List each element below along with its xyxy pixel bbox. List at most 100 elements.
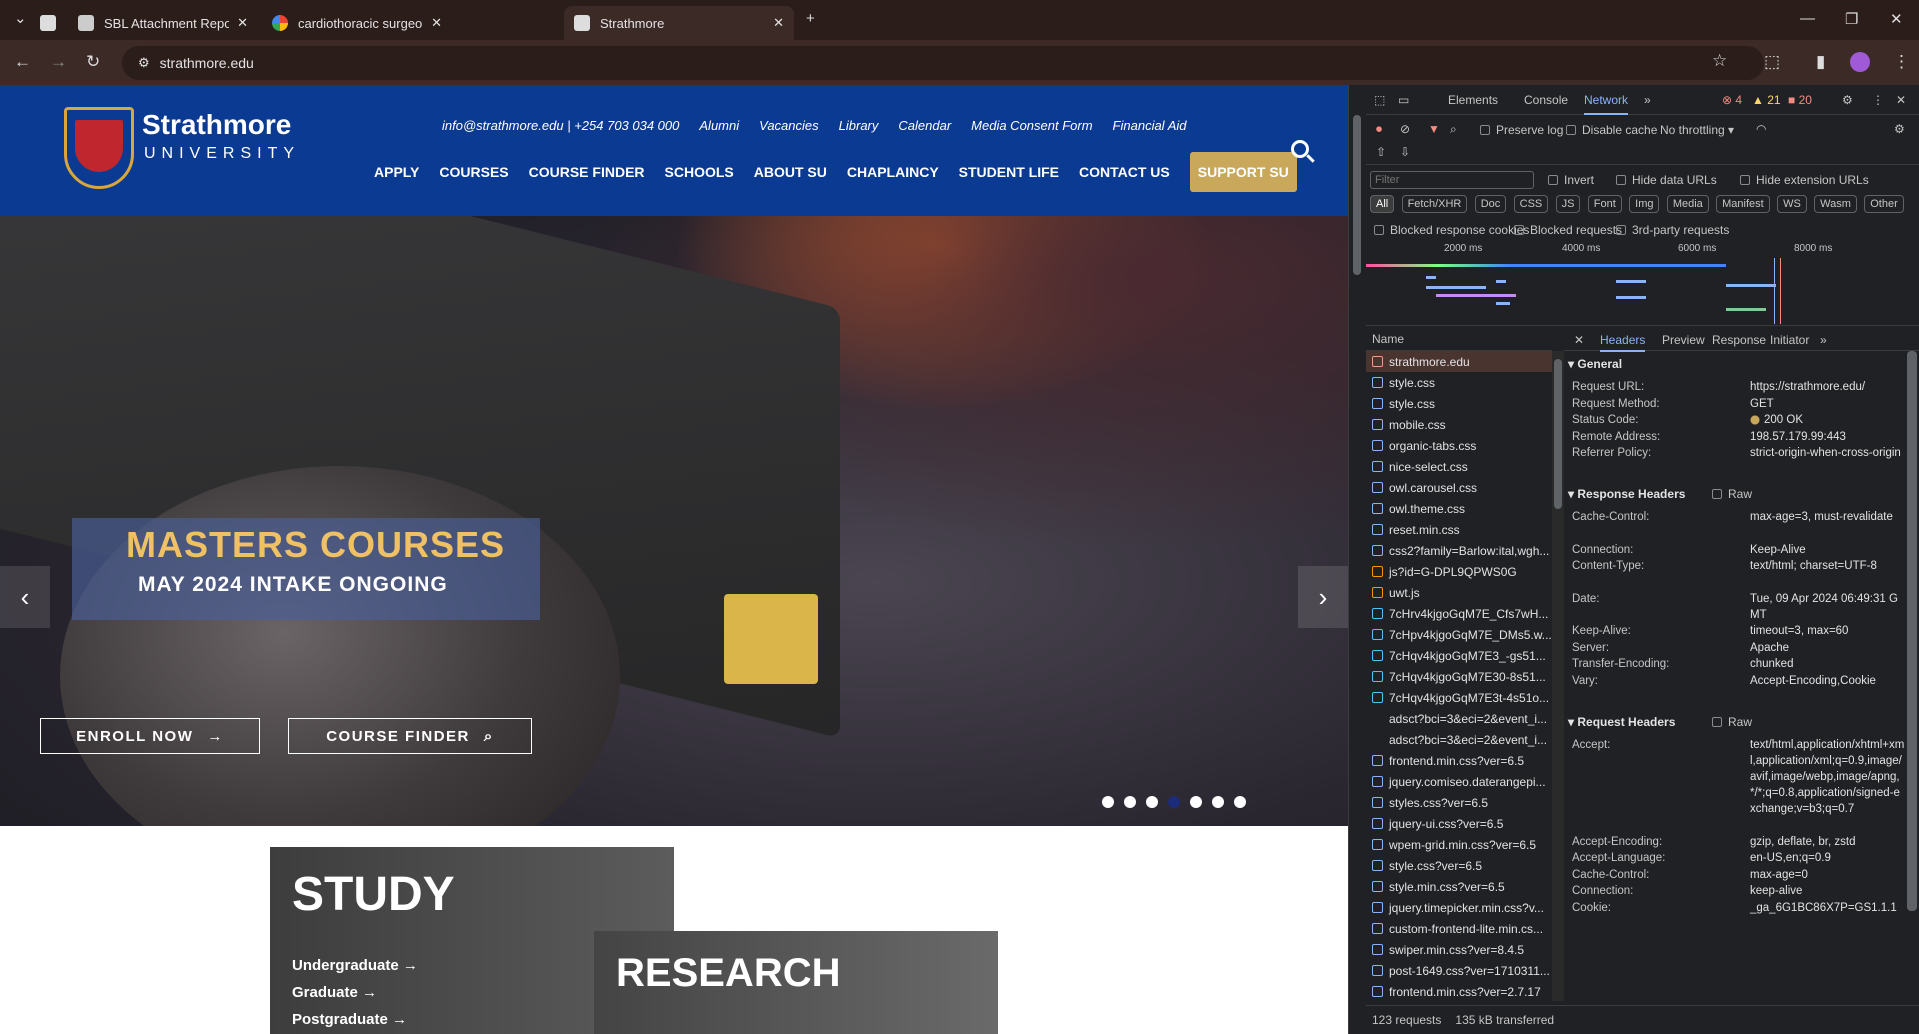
logo-name[interactable]: Strathmore (142, 109, 291, 141)
carousel-dot[interactable] (1234, 796, 1246, 808)
request-row[interactable]: wpem-grid.min.css?ver=6.5 (1366, 834, 1552, 855)
tab-preview[interactable]: Preview (1662, 333, 1705, 347)
export-har-icon[interactable]: ⇩ (1400, 145, 1410, 159)
close-tab-icon[interactable]: ✕ (237, 15, 248, 31)
header-value[interactable]: max-age=0 (1750, 867, 1905, 883)
close-devtools-icon[interactable]: ✕ (1896, 93, 1906, 107)
tab-sbl-guidelines[interactable]: SBL Attachment Report Guideli ✕ (68, 6, 258, 40)
close-tab-icon[interactable]: ✕ (773, 15, 784, 31)
network-conditions-icon[interactable]: ◠ (1756, 122, 1766, 136)
strathmore-crest-icon[interactable] (64, 107, 134, 189)
nav-chaplaincy[interactable]: CHAPLAINCY (847, 164, 939, 180)
hide-data-urls-checkbox[interactable]: Hide data URLs (1616, 173, 1717, 187)
request-headers-section-header[interactable]: ▾ Request Headers (1568, 715, 1675, 729)
carousel-dot[interactable] (1190, 796, 1202, 808)
carousel-dot[interactable] (1124, 796, 1136, 808)
header-value[interactable]: Tue, 09 Apr 2024 06:49:31 GMT (1750, 591, 1905, 623)
tab-google-search[interactable]: cardiothoracic surgeon vs cardi ✕ (262, 6, 452, 40)
request-list-scroll-thumb[interactable] (1554, 359, 1562, 509)
filter-fetch-xhr[interactable]: Fetch/XHR (1401, 195, 1468, 213)
issue-count[interactable]: ■ 20 (1788, 93, 1812, 107)
filter-ws[interactable]: WS (1777, 195, 1807, 213)
tab-console[interactable]: Console (1524, 93, 1568, 107)
request-row[interactable]: owl.theme.css (1366, 498, 1552, 519)
bookmark-star-icon[interactable]: ☆ (1712, 51, 1727, 71)
request-row[interactable]: style.css (1366, 393, 1552, 414)
omnibox[interactable]: ⚙ strathmore.edu (122, 46, 1764, 80)
menu-icon[interactable]: ⋮ (1893, 52, 1910, 72)
header-value[interactable]: timeout=3, max=60 (1750, 623, 1905, 639)
course-finder-button[interactable]: COURSE FINDER ⌕ (288, 718, 532, 754)
network-settings-icon[interactable]: ⚙ (1894, 122, 1905, 136)
filter-js[interactable]: JS (1555, 195, 1581, 213)
blocked-cookies-checkbox[interactable]: Blocked response cookies (1374, 223, 1529, 237)
enroll-now-button[interactable]: ENROLL NOW → (40, 718, 260, 754)
contact-info-link[interactable]: info@strathmore.edu | +254 703 034 000 (442, 118, 679, 133)
library-link[interactable]: Library (839, 118, 879, 133)
nav-courses[interactable]: COURSES (439, 164, 508, 180)
header-value[interactable]: _ga_6G1BC86X7P=GS1.1.1 (1750, 900, 1905, 916)
filter-icon[interactable]: ▼ (1428, 122, 1440, 136)
filter-img[interactable]: Img (1629, 195, 1660, 213)
header-value[interactable]: Accept-Encoding,Cookie (1750, 673, 1905, 689)
filter-doc[interactable]: Doc (1474, 195, 1507, 213)
throttling-select[interactable]: No throttling ▾ (1660, 123, 1734, 137)
financial-aid-link[interactable]: Financial Aid (1113, 118, 1187, 133)
close-tab-icon[interactable]: ✕ (431, 15, 442, 31)
hide-extension-urls-checkbox[interactable]: Hide extension URLs (1740, 173, 1869, 187)
request-row[interactable]: 7cHqv4kjgoGqM7E3t-4s51o... (1366, 687, 1552, 708)
restore-icon[interactable]: ❐ (1845, 10, 1858, 28)
header-value[interactable]: en-US,en;q=0.9 (1750, 850, 1905, 866)
header-value[interactable]: text/html; charset=UTF-8 (1750, 558, 1905, 574)
import-har-icon[interactable]: ⇧ (1376, 145, 1386, 159)
undergraduate-link[interactable]: Undergraduate → (292, 957, 418, 974)
nav-schools[interactable]: SCHOOLS (665, 164, 734, 180)
forward-icon[interactable]: → (50, 52, 67, 72)
request-row[interactable]: jquery.timepicker.min.css?v... (1366, 897, 1552, 918)
more-options-icon[interactable]: ⋮ (1872, 93, 1884, 107)
request-list-scrollbar[interactable] (1552, 351, 1564, 1001)
search-icon[interactable]: ⌕ (1450, 122, 1457, 137)
side-panel-icon[interactable]: ▮ (1816, 52, 1825, 72)
tab-elements[interactable]: Elements (1448, 93, 1498, 107)
request-row[interactable]: owl.carousel.css (1366, 477, 1552, 498)
filter-css[interactable]: CSS (1513, 195, 1549, 213)
carousel-dot[interactable] (1102, 796, 1114, 808)
page-scroll-thumb[interactable] (1353, 115, 1361, 275)
request-row[interactable]: css2?family=Barlow:ital,wgh... (1366, 540, 1552, 561)
carousel-next-arrow-icon[interactable]: › (1298, 566, 1348, 628)
close-window-icon[interactable]: ✕ (1890, 10, 1903, 28)
more-tabs-icon[interactable]: » (1644, 93, 1651, 107)
request-row[interactable]: adsct?bci=3&eci=2&event_i... (1366, 729, 1552, 750)
preserve-log-checkbox[interactable]: Preserve log (1480, 123, 1563, 137)
request-row[interactable]: reset.min.css (1366, 519, 1552, 540)
request-row[interactable]: organic-tabs.css (1366, 435, 1552, 456)
response-headers-section-header[interactable]: ▾ Response Headers (1568, 487, 1685, 501)
clear-icon[interactable]: ⊘ (1400, 122, 1410, 136)
nav-contact-us[interactable]: CONTACT US (1079, 164, 1170, 180)
postgraduate-link[interactable]: Postgraduate → (292, 1011, 407, 1028)
request-row[interactable]: nice-select.css (1366, 456, 1552, 477)
request-row[interactable]: mobile.css (1366, 414, 1552, 435)
page-scrollbar[interactable] (1348, 85, 1366, 1034)
request-row[interactable]: post-1649.css?ver=1710311... (1366, 960, 1552, 981)
invert-checkbox[interactable]: Invert (1548, 173, 1594, 187)
header-value[interactable]: Apache (1750, 640, 1905, 656)
request-row[interactable]: style.css (1366, 372, 1552, 393)
request-row[interactable]: 7cHrv4kjgoGqM7E_Cfs7wH... (1366, 603, 1552, 624)
carousel-prev-arrow-icon[interactable]: ‹ (0, 566, 50, 628)
filter-media[interactable]: Media (1666, 195, 1709, 213)
record-icon[interactable]: ⏺ (1376, 122, 1382, 137)
inspect-element-icon[interactable]: ⬚ (1374, 93, 1385, 107)
request-row[interactable]: frontend.min.css?ver=2.7.17 (1366, 981, 1552, 1001)
carousel-dot[interactable] (1146, 796, 1158, 808)
back-icon[interactable]: ← (14, 52, 31, 72)
filter-wasm[interactable]: Wasm (1814, 195, 1857, 213)
nav-about-su[interactable]: ABOUT SU (754, 164, 827, 180)
request-row[interactable]: js?id=G-DPL9QPWS0G (1366, 561, 1552, 582)
details-scroll-thumb[interactable] (1907, 351, 1917, 911)
header-value[interactable]: gzip, deflate, br, zstd (1750, 834, 1905, 850)
vacancies-link[interactable]: Vacancies (759, 118, 819, 133)
request-row[interactable]: 7cHqv4kjgoGqM7E30-8s51... (1366, 666, 1552, 687)
extensions-icon[interactable]: ⬚ (1764, 52, 1780, 72)
